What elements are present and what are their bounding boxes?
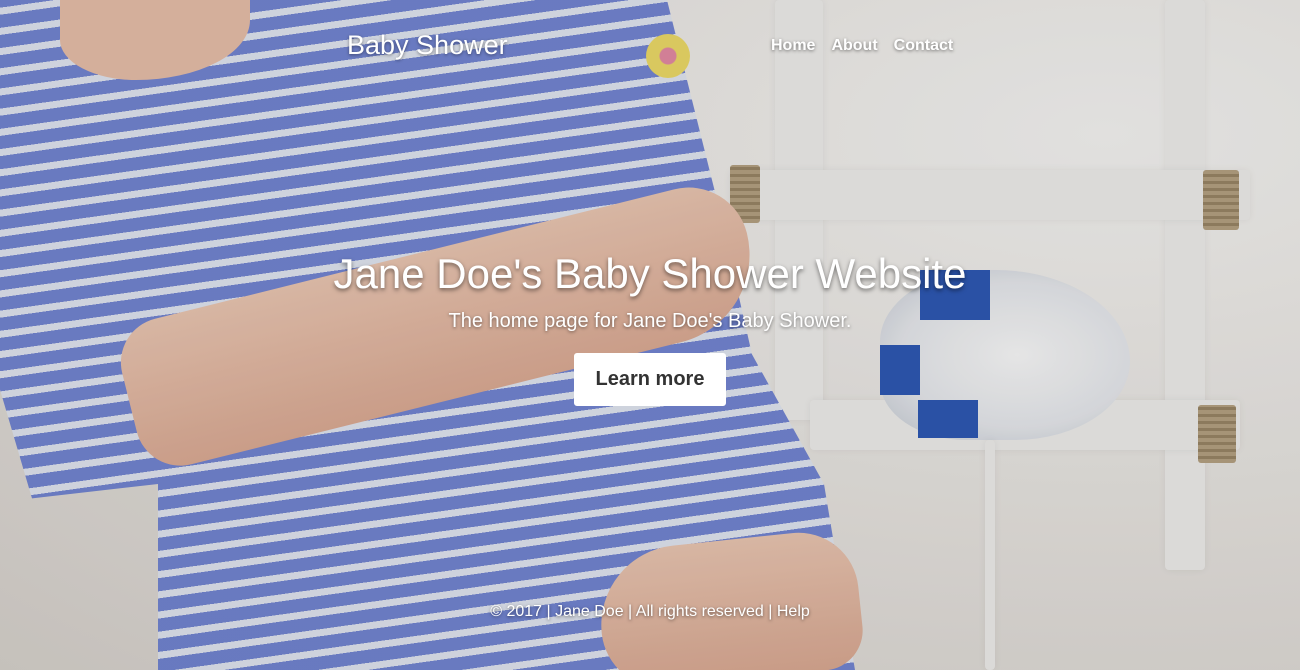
footer-help-link[interactable]: Help [777, 603, 810, 620]
site-brand[interactable]: Baby Shower [347, 30, 508, 61]
footer-separator: | [768, 603, 773, 620]
main-nav: Home About Contact [771, 37, 953, 55]
footer-rights: All rights reserved [635, 603, 764, 620]
hero-section: Jane Doe's Baby Shower Website The home … [0, 250, 1300, 406]
site-footer: © 2017 | Jane Doe | All rights reserved … [0, 603, 1300, 621]
hero-title: Jane Doe's Baby Shower Website [333, 250, 967, 297]
hero-subtitle: The home page for Jane Doe's Baby Shower… [448, 310, 852, 332]
footer-author-link[interactable]: Jane Doe [555, 603, 624, 620]
nav-home-link[interactable]: Home [771, 37, 815, 55]
nav-contact-link[interactable]: Contact [894, 37, 954, 55]
learn-more-button[interactable]: Learn more [573, 353, 727, 406]
footer-copyright: © 2017 | [490, 603, 551, 620]
footer-separator: | [628, 603, 633, 620]
nav-about-link[interactable]: About [831, 37, 877, 55]
